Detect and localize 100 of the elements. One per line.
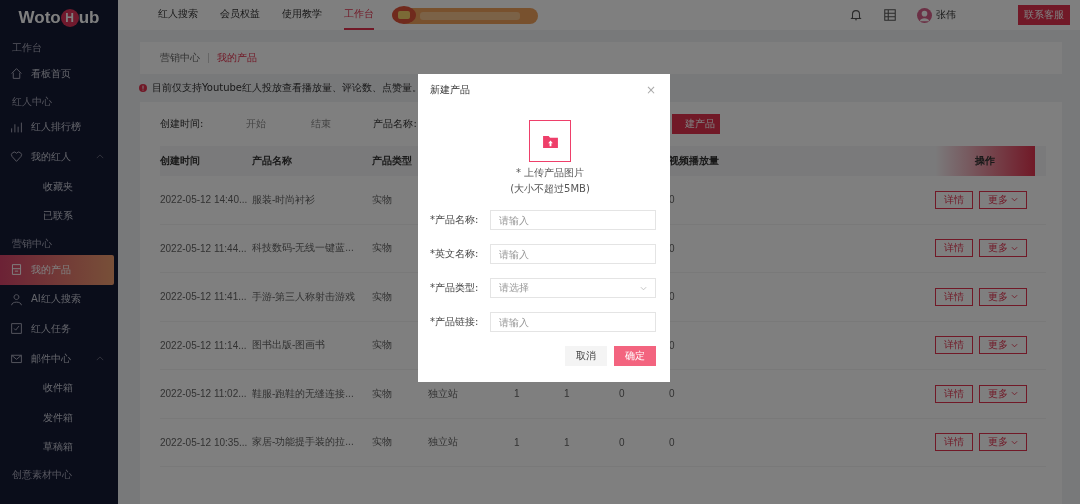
table-cell: 独立站 [428,386,458,401]
chevron-icon [96,154,104,160]
column-header: 视频播放量 [669,154,719,168]
table-cell: 0 [669,436,675,448]
dropdown-icon [640,285,647,291]
mail-icon [10,352,23,366]
table-cell: 2022-05-12 14:40... [160,194,248,206]
sidebar-item[interactable]: 我的红人 [0,142,114,172]
table-cell: 手游-第三人称射击游戏 [252,289,356,304]
table-cell: 1 [564,388,570,400]
details-button[interactable]: 详情 [935,287,973,306]
box-icon [10,263,23,277]
warning-icon [139,84,147,92]
table-cell: 1 [564,436,570,448]
table-cell: 2022-05-12 10:35... [160,436,248,448]
user-icon [10,292,23,306]
nav-tab[interactable]: 红人搜索 [158,0,198,30]
filter-label: 创建时间: [160,117,204,131]
nav-tab[interactable]: 会员权益 [220,0,260,30]
table-cell: 实物 [372,241,392,256]
confirm-button[interactable]: 确定 [614,346,656,366]
details-button[interactable]: 详情 [935,433,973,452]
more-button[interactable]: 更多 [979,336,1027,355]
sidebar-item[interactable]: 邮件中心 [0,343,114,374]
caret-icon [1011,439,1018,445]
caret-icon [1011,245,1018,251]
field-label: *产品链接: [430,315,480,329]
table-cell: 独立站 [428,435,458,450]
sidebar-item[interactable]: 收件箱 [0,373,114,403]
chart-icon [10,120,23,134]
sidebar-item[interactable]: 红人任务 [0,314,114,344]
table-cell: 2022-05-12 11:44... [160,242,247,254]
close-button[interactable]: × [645,83,656,97]
sidebar-section-title: 创意素材中心 [11,468,73,483]
more-button[interactable]: 更多 [979,239,1027,258]
heart-icon [10,150,23,164]
table-cell: 0 [619,436,625,448]
sidebar-item[interactable]: 红人排行榜 [0,112,114,143]
table-cell: 1 [514,436,520,448]
details-button[interactable]: 详情 [935,384,973,403]
table-cell: 鞋服-跑鞋的无缝连接... [252,386,354,401]
nav-tab[interactable]: 使用教学 [282,0,322,30]
table-cell: 2022-05-12 11:41... [160,291,247,303]
sidebar-item[interactable]: 看板首页 [0,59,114,89]
sidebar-item[interactable]: 发件箱 [0,402,114,433]
column-header: 产品名称 [252,154,292,168]
column-header: 产品类型 [372,154,412,168]
table-cell: 实物 [372,435,392,450]
notice-text: 目前仅支持Youtube红人投放查看播放量、评论数、点赞量。 [152,81,422,95]
table-cell: 服装-时尚衬衫 [252,192,316,207]
more-button[interactable]: 更多 [979,287,1027,306]
upload-label: * 上传产品图片 [515,166,585,180]
table-cell: 实物 [372,289,392,304]
input-field[interactable]: 请输入 [490,312,656,332]
nav-tab[interactable]: 工作台 [344,0,374,30]
details-button[interactable]: 详情 [935,336,973,355]
table-cell: 图书出版-图画书 [252,338,326,353]
field-label: *产品名称: [430,213,480,227]
new-product-button[interactable]: 建产品 [672,114,720,134]
more-button[interactable]: 更多 [979,433,1027,452]
sidebar-section-title: 工作台 [11,41,43,55]
sidebar-item[interactable]: 已联系 [0,201,114,231]
folder-upload-icon [542,134,558,148]
contact-button[interactable]: 联系客服 [1018,5,1070,25]
column-header: 创建时间 [160,154,200,168]
cancel-button[interactable]: 取消 [565,346,607,366]
home-icon [10,67,23,81]
table-cell: 实物 [372,338,392,353]
details-button[interactable]: 详情 [935,239,973,258]
logo: Woto H ub [17,6,101,29]
avatar-icon[interactable] [917,7,932,23]
sidebar-item[interactable]: AI红人搜索 [0,284,114,315]
table-cell: 实物 [372,386,392,401]
details-button[interactable]: 详情 [935,190,973,209]
notification-icon[interactable] [849,8,863,22]
breadcrumb-link[interactable]: 营销中心 [160,51,200,65]
input-field[interactable]: 请输入 [490,210,656,230]
table-cell: 0 [669,388,675,400]
sidebar-item[interactable]: 收藏夹 [0,171,114,202]
sidebar-section-title: 营销中心 [11,236,53,251]
user-name: 张伟 [936,8,956,22]
grid-icon[interactable] [883,8,897,22]
caret-icon [1011,294,1018,300]
table-cell: 家居-功能提手装的拉... [252,435,354,450]
field-label: *英文名称: [430,247,480,261]
table-cell: 2022-05-12 11:02... [160,388,247,400]
sidebar-section-title: 红人中心 [11,94,53,109]
select-field[interactable]: 请选择 [490,278,656,298]
table-cell: 实物 [372,192,392,207]
caret-icon [1011,342,1018,348]
breadcrumb-link[interactable]: 我的产品 [217,51,257,65]
more-button[interactable]: 更多 [979,190,1027,209]
table-cell: 0 [619,388,625,400]
filter-label: 产品名称: [373,117,417,131]
upload-area[interactable] [529,120,571,162]
check-icon [10,322,23,336]
upload-hint: (大小不超过5MB) [510,182,590,196]
more-button[interactable]: 更多 [979,384,1027,403]
sidebar-item[interactable]: 草稿箱 [0,432,114,463]
input-field[interactable]: 请输入 [490,244,656,264]
